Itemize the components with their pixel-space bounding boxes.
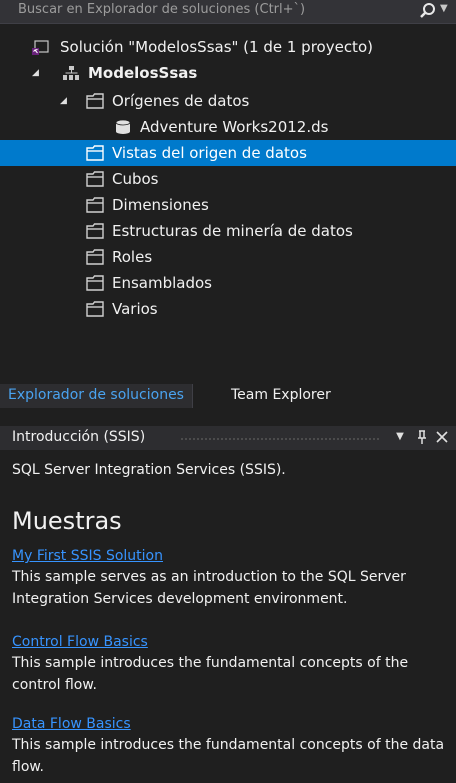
intro-panel-header: Introducción (SSIS) ▼ xyxy=(0,426,456,450)
folder-icon xyxy=(86,301,104,317)
project-icon xyxy=(63,66,79,80)
tree-item-assemblies[interactable]: Ensamblados xyxy=(0,270,456,296)
sample-link[interactable]: My First SSIS Solution xyxy=(12,546,452,566)
search-options-dropdown[interactable]: ▼ xyxy=(440,3,448,14)
sample-item: My First SSIS Solution This sample serve… xyxy=(12,546,452,610)
sample-link[interactable]: Data Flow Basics xyxy=(12,714,452,734)
intro-text: SQL Server Integration Services (SSIS). xyxy=(12,462,286,478)
samples-heading: Muestras xyxy=(12,507,122,535)
tree-item-mining-structures[interactable]: Estructuras de minería de datos xyxy=(0,218,456,244)
dropdown-arrow-icon[interactable]: ▼ xyxy=(392,428,408,446)
intro-panel-content: SQL Server Integration Services (SSIS). … xyxy=(0,452,456,783)
explorer-tabs: Explorador de soluciones Team Explorer xyxy=(0,384,456,408)
folder-icon xyxy=(86,197,104,213)
tree-label: Dimensiones xyxy=(112,196,209,214)
sample-description: This sample introduces the fundamental c… xyxy=(12,655,409,693)
close-icon[interactable] xyxy=(434,428,450,446)
collapse-arrow-icon[interactable]: ◢ xyxy=(60,95,72,107)
tree-item-misc[interactable]: Varios xyxy=(0,296,456,322)
collapse-arrow-icon[interactable]: ◢ xyxy=(32,67,44,79)
tree-item-datasource-file[interactable]: Adventure Works2012.ds xyxy=(0,114,456,140)
sample-item: Data Flow Basics This sample introduces … xyxy=(12,714,452,778)
tree-label: Estructuras de minería de datos xyxy=(112,222,353,240)
tree-label: Solución "ModelosSsas" (1 de 1 proyecto) xyxy=(60,38,373,56)
tree-label: Cubos xyxy=(112,170,159,188)
folder-icon xyxy=(86,249,104,265)
tree-label: Roles xyxy=(112,248,153,266)
pin-icon[interactable] xyxy=(414,428,430,446)
search-input[interactable]: Buscar en Explorador de soluciones (Ctrl… xyxy=(18,2,305,17)
folder-icon xyxy=(86,275,104,291)
tree-label: Vistas del origen de datos xyxy=(112,144,307,162)
tree-item-solution[interactable]: Solución "ModelosSsas" (1 de 1 proyecto) xyxy=(0,34,456,60)
tree-label: Varios xyxy=(112,300,158,318)
tree-label: Adventure Works2012.ds xyxy=(140,118,329,136)
tree-item-roles[interactable]: Roles xyxy=(0,244,456,270)
tree-item-project[interactable]: ◢ ModelosSsas xyxy=(0,60,456,86)
sample-item: Control Flow Basics This sample introduc… xyxy=(12,632,452,696)
sample-description: This sample introduces the fundamental c… xyxy=(12,737,445,775)
folder-icon xyxy=(86,223,104,239)
sample-link[interactable]: Control Flow Basics xyxy=(12,632,452,652)
solution-explorer-search[interactable]: Buscar en Explorador de soluciones (Ctrl… xyxy=(0,0,456,24)
tree-label: Ensamblados xyxy=(112,274,212,292)
panel-title: Introducción (SSIS) xyxy=(12,429,146,445)
tree-label: ModelosSsas xyxy=(88,64,198,82)
solution-icon xyxy=(32,40,49,55)
sample-description: This sample serves as an introduction to… xyxy=(12,569,406,607)
tab-solution-explorer[interactable]: Explorador de soluciones xyxy=(0,384,193,408)
database-icon xyxy=(115,119,131,134)
folder-icon xyxy=(86,171,104,187)
search-icon[interactable] xyxy=(418,1,438,21)
tree-item-data-sources[interactable]: ◢ Orígenes de datos xyxy=(0,88,456,114)
tree-item-data-source-views[interactable]: Vistas del origen de datos xyxy=(0,140,456,166)
tab-team-explorer[interactable]: Team Explorer xyxy=(223,384,339,408)
panel-grip[interactable] xyxy=(180,437,380,441)
tree-label: Orígenes de datos xyxy=(112,92,250,110)
tree-item-dimensions[interactable]: Dimensiones xyxy=(0,192,456,218)
folder-icon xyxy=(86,93,104,109)
folder-icon xyxy=(86,145,104,161)
tree-item-cubes[interactable]: Cubos xyxy=(0,166,456,192)
